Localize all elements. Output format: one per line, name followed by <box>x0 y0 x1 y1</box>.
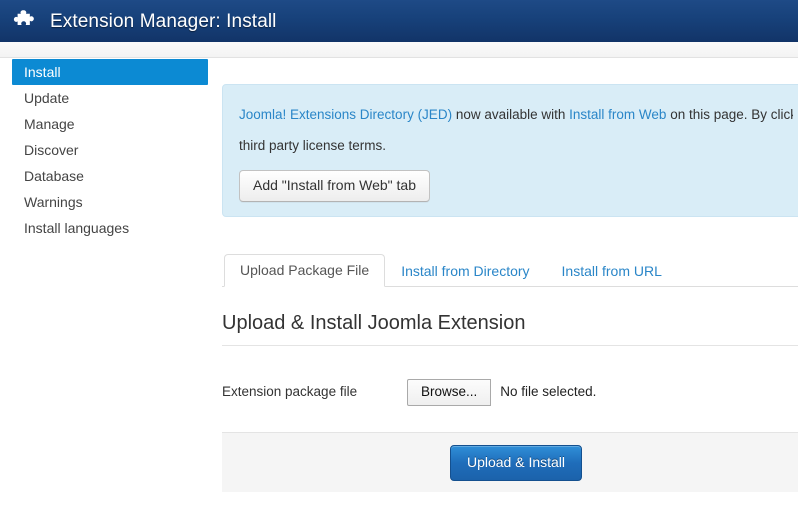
add-install-from-web-tab-button[interactable]: Add "Install from Web" tab <box>239 170 430 202</box>
subheader-bar <box>0 42 798 58</box>
tab-upload-package-file[interactable]: Upload Package File <box>224 254 386 287</box>
jed-link[interactable]: Joomla! Extensions Directory (JED) <box>239 107 452 122</box>
panel-footer: Upload & Install <box>222 432 798 492</box>
page-header: Extension Manager: Install <box>0 0 798 42</box>
page-title: Extension Manager: Install <box>50 10 277 32</box>
banner-text-mid: now available with <box>452 107 570 122</box>
banner-text-tail: on this page. By clicking <box>670 107 793 122</box>
content-wrap: Install Update Manage Discover Database … <box>0 59 798 524</box>
tab-install-from-url[interactable]: Install from URL <box>546 255 678 287</box>
upload-panel: Upload & Install Joomla Extension Extens… <box>222 310 798 492</box>
sidebar-item-database[interactable]: Database <box>12 163 208 189</box>
banner-text-line2: third party license terms. <box>239 138 387 153</box>
panel-divider <box>222 345 798 346</box>
sidebar-item-warnings[interactable]: Warnings <box>12 189 208 215</box>
install-tabs: Upload Package File Install from Directo… <box>222 254 798 287</box>
browse-button[interactable]: Browse... <box>407 378 492 406</box>
panel-heading: Upload & Install Joomla Extension <box>222 312 526 334</box>
sidebar-item-discover[interactable]: Discover <box>12 137 208 163</box>
sidebar-item-install[interactable]: Install <box>12 59 208 85</box>
main-content: Joomla! Extensions Directory (JED) now a… <box>222 59 798 492</box>
banner-text-line1: Joomla! Extensions Directory (JED) now a… <box>239 99 793 130</box>
install-from-web-link[interactable]: Install from Web <box>569 107 666 122</box>
puzzle-piece-icon <box>13 10 34 25</box>
file-input[interactable]: Browse... No file selected. <box>407 378 597 406</box>
sidebar-item-install-languages[interactable]: Install languages <box>12 215 208 241</box>
sidebar: Install Update Manage Discover Database … <box>0 59 212 241</box>
upload-and-install-button[interactable]: Upload & Install <box>449 444 583 481</box>
extension-package-file-row: Extension package file Browse... No file… <box>222 378 798 406</box>
sidebar-item-manage[interactable]: Manage <box>12 111 208 137</box>
file-status-text: No file selected. <box>500 384 597 399</box>
extension-package-file-label: Extension package file <box>222 384 358 399</box>
jed-info-banner: Joomla! Extensions Directory (JED) now a… <box>222 84 798 217</box>
tab-install-from-directory[interactable]: Install from Directory <box>385 255 545 287</box>
sidebar-item-update[interactable]: Update <box>12 85 208 111</box>
sidebar-nav: Install Update Manage Discover Database … <box>0 59 212 241</box>
